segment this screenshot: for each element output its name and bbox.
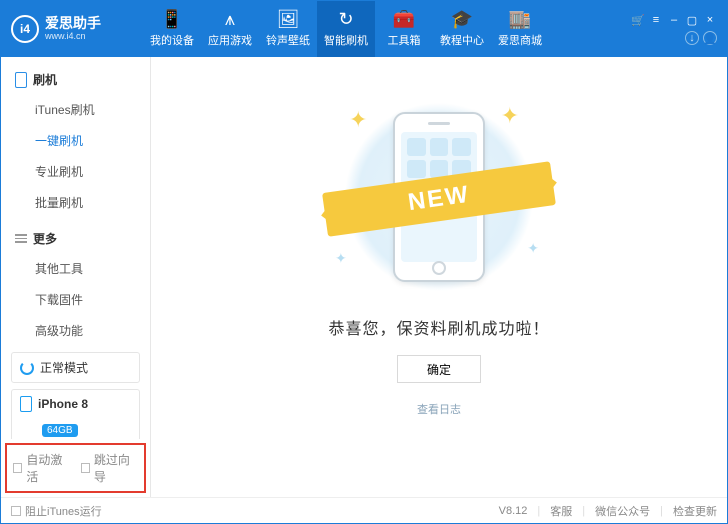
close-icon[interactable]: ×: [703, 13, 717, 27]
status-link-wechat[interactable]: 微信公众号: [595, 503, 650, 519]
sidebar-item-flash-1[interactable]: 一键刷机: [1, 125, 150, 156]
sparkle-icon: ✦: [501, 103, 519, 129]
sidebar-item-more-2[interactable]: 高级功能: [1, 315, 150, 346]
sidebar-item-more-0[interactable]: 其他工具: [1, 253, 150, 284]
nav-label: 我的设备: [150, 32, 194, 48]
minimize-icon[interactable]: –: [667, 13, 681, 27]
nav-label: 应用游戏: [208, 32, 252, 48]
nav-icon: ↻: [338, 10, 353, 28]
sparkle-icon: ✦: [527, 240, 539, 257]
menu-icon[interactable]: ≡: [649, 13, 663, 27]
mode-box[interactable]: 正常模式: [11, 352, 140, 383]
mode-label: 正常模式: [40, 359, 88, 376]
status-link-update[interactable]: 检查更新: [673, 503, 717, 519]
nav-icon: 🖼: [277, 10, 300, 28]
nav-item-0[interactable]: 📱 我的设备: [143, 1, 201, 57]
block-itunes-checkbox[interactable]: 阻止iTunes运行: [11, 503, 102, 519]
ok-button[interactable]: 确定: [397, 355, 481, 383]
sparkle-icon: ✦: [349, 107, 367, 133]
skip-setup-checkbox[interactable]: 跳过向导: [81, 451, 139, 485]
logo-badge-icon: i4: [11, 15, 39, 43]
nav-label: 智能刷机: [324, 32, 368, 48]
sidebar-heading-more-label: 更多: [33, 230, 57, 247]
maximize-icon[interactable]: ▢: [685, 13, 699, 27]
status-link-support[interactable]: 客服: [550, 503, 572, 519]
hamburger-icon: [15, 234, 27, 243]
nav-label: 铃声壁纸: [266, 32, 310, 48]
block-itunes-label: 阻止iTunes运行: [25, 503, 102, 519]
nav-item-6[interactable]: 🏬 爱思商城: [491, 1, 549, 57]
nav-icon: 🏬: [509, 10, 531, 28]
nav-icon: ⩚: [225, 10, 235, 28]
nav-label: 教程中心: [440, 32, 484, 48]
header-bar: i4 爱思助手 www.i4.cn 📱 我的设备 ⩚ 应用游戏 🖼 铃声壁纸 ↻ 智能刷机 🧰 工…: [1, 1, 727, 57]
version-label: V8.12: [499, 505, 528, 517]
checkbox-icon: [81, 463, 90, 473]
sidebar-item-flash-3[interactable]: 批量刷机: [1, 187, 150, 218]
download-button[interactable]: ↓: [685, 31, 699, 45]
phone-icon: [15, 72, 27, 88]
sparkle-icon: ✦: [335, 250, 347, 267]
nav-label: 爱思商城: [498, 32, 542, 48]
checkbox-icon: [11, 506, 21, 516]
nav-item-3[interactable]: ↻ 智能刷机: [317, 1, 375, 57]
sidebar-item-flash-0[interactable]: iTunes刷机: [1, 94, 150, 125]
auto-activate-label: 自动激活: [26, 451, 70, 485]
nav-item-1[interactable]: ⩚ 应用游戏: [201, 1, 259, 57]
skip-setup-label: 跳过向导: [94, 451, 138, 485]
top-nav: 📱 我的设备 ⩚ 应用游戏 🖼 铃声壁纸 ↻ 智能刷机 🧰 工具箱 🎓 教程中心 🏬 爱思商城: [143, 1, 625, 57]
device-storage: 64GB: [42, 424, 78, 437]
sidebar: 刷机 iTunes刷机一键刷机专业刷机批量刷机 更多 其他工具下载固件高级功能 …: [1, 57, 151, 497]
sidebar-bottom-options: 自动激活 跳过向导: [5, 443, 146, 493]
nav-icon: 📱: [161, 10, 183, 28]
app-subdomain: www.i4.cn: [45, 32, 101, 42]
sidebar-heading-flash-label: 刷机: [33, 71, 57, 88]
nav-icon: 🎓: [451, 10, 473, 28]
nav-label: 工具箱: [388, 32, 421, 48]
auto-activate-checkbox[interactable]: 自动激活: [13, 451, 71, 485]
success-message: 恭喜您，保资料刷机成功啦！: [328, 315, 549, 339]
sidebar-heading-more: 更多: [1, 226, 150, 253]
app-name: 爱思助手: [45, 16, 101, 31]
sidebar-heading-flash: 刷机: [1, 67, 150, 94]
device-icon: [20, 396, 32, 412]
main-panel: ✦ ✦ ✦ ✦ NEW 恭喜您，保资料刷机成功啦！ 确定 查看日志: [151, 57, 727, 497]
nav-icon: 🧰: [393, 10, 415, 28]
checkbox-icon: [13, 463, 22, 473]
sidebar-item-flash-2[interactable]: 专业刷机: [1, 156, 150, 187]
nav-item-2[interactable]: 🖼 铃声壁纸: [259, 1, 317, 57]
sidebar-item-more-1[interactable]: 下载固件: [1, 284, 150, 315]
app-window: i4 爱思助手 www.i4.cn 📱 我的设备 ⩚ 应用游戏 🖼 铃声壁纸 ↻ 智能刷机 🧰 工…: [0, 0, 728, 524]
device-name: iPhone 8: [38, 397, 88, 411]
logo[interactable]: i4 爱思助手 www.i4.cn: [11, 15, 143, 43]
nav-item-5[interactable]: 🎓 教程中心: [433, 1, 491, 57]
device-box[interactable]: iPhone 8 64GB: [11, 389, 140, 439]
status-bar: 阻止iTunes运行 V8.12 | 客服 | 微信公众号 | 检查更新: [1, 497, 727, 523]
user-button[interactable]: 👤: [703, 31, 717, 45]
spinner-icon: [20, 361, 34, 375]
cart-icon[interactable]: 🛒: [631, 13, 645, 27]
nav-item-4[interactable]: 🧰 工具箱: [375, 1, 433, 57]
view-log-link[interactable]: 查看日志: [417, 401, 461, 417]
illustration: ✦ ✦ ✦ ✦ NEW: [329, 97, 549, 297]
